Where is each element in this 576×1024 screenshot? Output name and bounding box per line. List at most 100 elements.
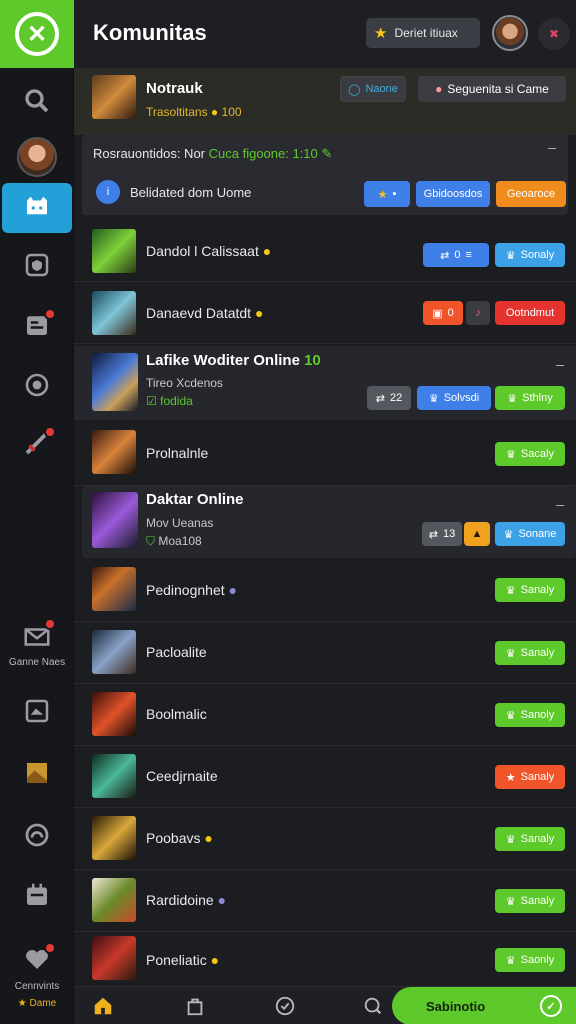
nav-store[interactable] (182, 993, 208, 1019)
leaf-icon: ✎ (321, 146, 333, 161)
count-value: 22 (389, 392, 403, 404)
header-action-button[interactable]: ★ Deriet itiuax (366, 18, 480, 48)
action-label: Saonly (520, 954, 555, 966)
collapse-icon[interactable]: – (556, 356, 564, 372)
action-button[interactable]: ♛ Sanoly (495, 703, 565, 727)
list-item[interactable]: Pedinognhet ● ♛ Sanaly (74, 560, 576, 622)
notice-text: Rosrauontidos: Nor Cuca figoone: 1:10 ✎ (93, 146, 332, 162)
action-label: Sonane (518, 528, 557, 540)
gem-icon: ● (217, 892, 227, 908)
item-name-text: Dandol l Calissaat (146, 243, 259, 259)
sidebar-mail[interactable] (0, 612, 74, 662)
collapse-icon[interactable]: – (556, 496, 564, 512)
secondary-button[interactable]: ♛ Solvsdi (417, 386, 491, 410)
count-button[interactable]: ⇄ 22 (367, 386, 411, 410)
warning-icon: ▲ (471, 528, 483, 540)
sidebar-favorites[interactable] (0, 934, 74, 984)
item-name: Notrauk (146, 80, 203, 97)
calendar-icon (27, 883, 47, 905)
list-item[interactable]: Poobavs ● ♛ Sanaly (74, 808, 576, 870)
avatar-icon (17, 137, 57, 177)
action-button[interactable]: ♛ Sthlny (495, 386, 565, 410)
close-icon: ✖ (548, 27, 560, 41)
star-icon: ★ (377, 188, 388, 201)
list-item[interactable]: Poneliatic ● ♛ Saonly (74, 932, 576, 986)
alert-button[interactable]: ♪ (466, 301, 490, 325)
count-button[interactable]: ⇄ 0 ≡ (423, 243, 489, 267)
game-icon (25, 373, 49, 397)
warning-button[interactable]: ▲ (464, 522, 490, 546)
item-sub2-text: Moa108 (158, 534, 202, 548)
action-button[interactable]: ♛ Sacaly (495, 442, 565, 466)
count-value: 13 (442, 528, 456, 540)
notification-badge (44, 426, 56, 438)
list-item[interactable]: Lafike Woditer Online 10 Tireo Xcdenos ☑… (74, 346, 576, 420)
list-item[interactable]: Ceedjrnaite ★ Sanaly (74, 746, 576, 808)
search-icon (25, 89, 49, 113)
shield-icon (25, 253, 49, 277)
item-name-text: Poobavs (146, 830, 201, 846)
arrows-icon: ⇄ (375, 392, 385, 405)
sidebar-community[interactable] (2, 183, 72, 233)
list-item[interactable]: Notrauk Trasoltitans ● 100 ◯ Naone ● Segue… (74, 68, 576, 135)
sidebar-mail-label: Ganne Naes (8, 657, 66, 668)
page-title: Komunitas (93, 20, 207, 45)
action-button[interactable]: ♛ Saonly (495, 948, 565, 972)
sidebar: ✕ Ganne Naes Cennvints ★ Dame (0, 0, 74, 1024)
sidebar-game[interactable] (0, 360, 74, 410)
nav-home[interactable] (90, 993, 116, 1019)
sidebar-battle[interactable] (0, 418, 74, 468)
submit-label: Sabinotio (426, 998, 486, 1014)
join-game-button[interactable]: ● Seguenita si Came (418, 76, 566, 102)
action-button[interactable]: ♛ Sanaly (495, 889, 565, 913)
game-thumbnail (92, 816, 136, 860)
action-label: Sthlny (522, 392, 553, 404)
action-button[interactable]: ♛ Sonane (495, 522, 565, 546)
notice-panel: Rosrauontidos: Nor Cuca figoone: 1:10 ✎ … (82, 135, 568, 215)
sidebar-shield[interactable] (0, 240, 74, 290)
count-button[interactable]: ▣ 0 (423, 301, 463, 325)
action-button[interactable]: ♛ Sanaly (495, 641, 565, 665)
action-button[interactable]: Ootndmut (495, 301, 565, 325)
item-name: Rardidoine ● (146, 892, 226, 908)
action-button[interactable]: ♛ Sonaly (495, 243, 565, 267)
action-button[interactable]: ♛ Sanaly (495, 827, 565, 851)
submit-button[interactable]: Sabinotio ✓ (392, 987, 576, 1024)
sidebar-gallery[interactable] (0, 686, 74, 736)
list-item[interactable]: Danaevd Datatdt ● ▣ 0 ♪ Ootndmut (74, 282, 576, 344)
rating-button[interactable]: ★ ▪ (364, 181, 410, 207)
sidebar-search[interactable] (0, 76, 74, 126)
collapse-icon[interactable]: – (548, 139, 556, 155)
item-number: 10 (304, 352, 321, 369)
notice-button-a[interactable]: Gbidoosdos (416, 181, 490, 207)
list-item[interactable]: Dandol l Calissaat ● ⇄ 0 ≡ ♛ Sonaly (74, 222, 576, 282)
list-item[interactable]: Pacloalite ♛ Sanaly (74, 622, 576, 684)
sidebar-profile[interactable] (0, 132, 74, 182)
action-button[interactable]: ♛ Sanaly (495, 578, 565, 602)
nav-search[interactable] (360, 993, 386, 1019)
avatar[interactable] (492, 15, 528, 51)
list-item[interactable]: Prolnalnle ♛ Sacaly (74, 420, 576, 486)
sidebar-calendar[interactable] (0, 870, 74, 920)
count-button[interactable]: ⇄ 13 (422, 522, 462, 546)
coin-icon: ● (254, 305, 264, 321)
arrows-icon: ⇄ (428, 528, 438, 541)
chat-cat-icon (27, 196, 47, 215)
item-name-text: Danaevd Datatdt (146, 305, 252, 321)
sidebar-cloud[interactable] (0, 810, 74, 860)
list-item[interactable]: Boolmalic ♛ Sanoly (74, 684, 576, 746)
list-item[interactable]: Daktar Online Mov Ueanas ⛉ Moa108 – ⇄ 13 … (82, 486, 576, 558)
sidebar-inbox[interactable] (0, 300, 74, 350)
status-button[interactable]: ◯ Naone (340, 76, 406, 102)
close-button[interactable]: ✖ (538, 18, 570, 50)
gift-icon: ▪ (392, 188, 397, 200)
item-name: Pedinognhet ● (146, 582, 237, 598)
sidebar-landscape[interactable] (0, 748, 74, 798)
action-button[interactable]: ★ Sanaly (495, 765, 565, 789)
list-item[interactable]: Rardidoine ● ♛ Sanaly (74, 870, 576, 932)
action-label: Sanaly (520, 647, 555, 659)
nav-check[interactable] (272, 993, 298, 1019)
logo[interactable]: ✕ (0, 0, 74, 68)
notice-button-b[interactable]: Geoaroce (496, 181, 566, 207)
sidebar-game-label[interactable]: ★ Dame (0, 998, 74, 1009)
